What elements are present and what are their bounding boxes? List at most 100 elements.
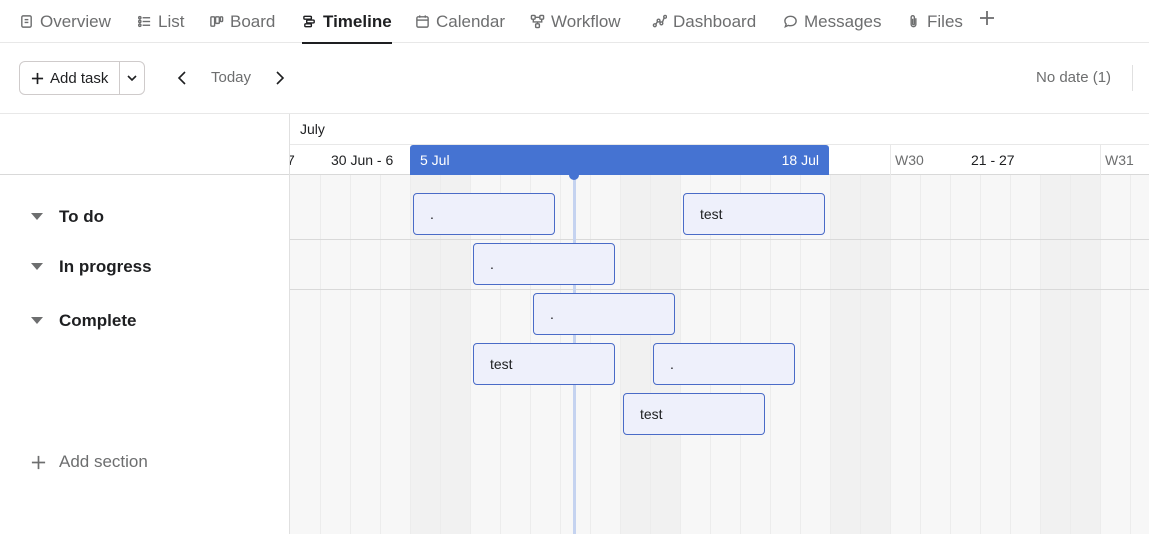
day-gridline: [1040, 175, 1041, 534]
files-icon: [910, 15, 917, 28]
week-label: W31: [1105, 152, 1134, 168]
tab-files[interactable]: Files: [906, 0, 963, 43]
tab-list[interactable]: List: [137, 0, 184, 43]
add-task-button[interactable]: Add task: [20, 62, 119, 94]
tab-label: Messages: [804, 11, 882, 31]
day-gridline: [320, 175, 321, 534]
section-collapse-toggle[interactable]: [30, 313, 44, 327]
add-task-split-button: Add task: [19, 61, 145, 95]
month-label: July: [300, 121, 325, 137]
tab-calendar[interactable]: Calendar: [415, 0, 505, 43]
week-header: 7 30 Jun - 6 W30 21 - 27 W31 5 Jul 18 Ju…: [290, 145, 1149, 175]
add-section-label: Add section: [59, 452, 148, 471]
tab-label: Timeline: [323, 11, 392, 31]
overview-icon: [21, 15, 32, 28]
range-start-label: 5 Jul: [420, 152, 450, 168]
timeline-icon: [303, 15, 315, 28]
list-icon: [137, 15, 151, 28]
section-divider: [290, 289, 1149, 290]
previous-period-button[interactable]: [172, 67, 192, 89]
sections-column: To do In progress Complete Add section: [0, 114, 290, 534]
tab-label: Workflow: [551, 11, 621, 31]
caret-down-icon: [31, 213, 43, 220]
dashboard-icon: [652, 14, 667, 28]
section-name[interactable]: In progress: [59, 257, 152, 277]
tab-messages[interactable]: Messages: [783, 0, 881, 43]
add-task-label: Add task: [50, 69, 109, 87]
day-gridline: [890, 175, 891, 534]
day-gridline: [1100, 175, 1101, 534]
task-bar[interactable]: .: [473, 243, 615, 285]
section-collapse-toggle[interactable]: [30, 209, 44, 223]
section-divider: [290, 239, 1149, 240]
week-divider: [1100, 145, 1101, 175]
day-gridline: [380, 175, 381, 534]
today-marker-dot: [569, 170, 579, 180]
task-bar[interactable]: test: [473, 343, 615, 385]
chevron-left-icon: [177, 71, 186, 85]
day-gridline: [410, 175, 411, 534]
no-date-button[interactable]: No date (1): [1036, 69, 1111, 86]
day-gridline: [830, 175, 831, 534]
tab-label: Overview: [40, 11, 111, 31]
tab-dashboard[interactable]: Dashboard: [652, 0, 756, 43]
task-bar[interactable]: test: [683, 193, 825, 235]
tab-label: Dashboard: [673, 11, 757, 31]
task-bar[interactable]: .: [533, 293, 675, 335]
week-label: W30: [895, 152, 924, 168]
day-gridline: [920, 175, 921, 534]
task-bar[interactable]: test: [623, 393, 765, 435]
day-gridline: [1010, 175, 1011, 534]
section-name[interactable]: Complete: [59, 311, 136, 331]
timeline-toolbar: Add task Today No date (1): [0, 43, 1149, 114]
day-gridline: [860, 175, 861, 534]
caret-down-icon: [31, 317, 43, 324]
toolbar-divider: [1132, 65, 1133, 91]
section-in-progress: In progress: [0, 240, 289, 290]
tab-timeline[interactable]: Timeline: [302, 0, 392, 44]
day-gridline: [1070, 175, 1071, 534]
week-label: 7: [290, 152, 295, 168]
messages-icon: [784, 15, 797, 28]
add-task-dropdown-button[interactable]: [119, 62, 144, 94]
day-gridline: [650, 175, 651, 534]
sections-header: [0, 114, 289, 175]
tab-label: Files: [927, 11, 963, 31]
add-tab-button[interactable]: [977, 8, 999, 30]
day-gridline: [950, 175, 951, 534]
chevron-down-icon: [127, 75, 137, 82]
week-divider: [890, 145, 891, 175]
board-icon: [210, 16, 224, 27]
plus-icon: [31, 72, 44, 84]
chevron-right-icon: [276, 71, 285, 85]
project-tabs: Overview List Board Timeline Calendar Wo…: [0, 0, 1149, 44]
day-gridline: [980, 175, 981, 534]
task-bar[interactable]: .: [413, 193, 555, 235]
week-label: 21 - 27: [971, 152, 1015, 168]
next-period-button[interactable]: [270, 67, 290, 89]
plus-icon: [980, 11, 994, 25]
tab-workflow[interactable]: Workflow: [530, 0, 621, 43]
task-bar[interactable]: .: [653, 343, 795, 385]
day-gridline: [350, 175, 351, 534]
tab-overview[interactable]: Overview: [19, 0, 111, 43]
day-gridline: [620, 175, 621, 534]
tab-label: Board: [230, 11, 276, 31]
calendar-icon: [416, 15, 429, 28]
timeline-view: July 7 30 Jun - 6 W30 21 - 27 W31 5 Jul …: [290, 114, 1149, 534]
section-to-do: To do: [0, 175, 289, 240]
section-name[interactable]: To do: [59, 207, 104, 227]
week-label: 30 Jun - 6: [331, 152, 394, 168]
day-gridline: [1130, 175, 1131, 534]
range-end-label: 18 Jul: [781, 152, 819, 168]
section-collapse-toggle[interactable]: [30, 259, 44, 273]
month-header: July: [290, 114, 1149, 145]
workflow-icon: [530, 14, 545, 29]
tab-board[interactable]: Board: [209, 0, 275, 43]
add-section-button[interactable]: Add section: [30, 452, 148, 472]
tab-label: List: [158, 11, 185, 31]
plus-icon: [31, 455, 46, 469]
caret-down-icon: [31, 263, 43, 270]
today-button[interactable]: Today: [211, 69, 251, 86]
selected-date-range[interactable]: 5 Jul 18 Jul: [410, 145, 829, 175]
